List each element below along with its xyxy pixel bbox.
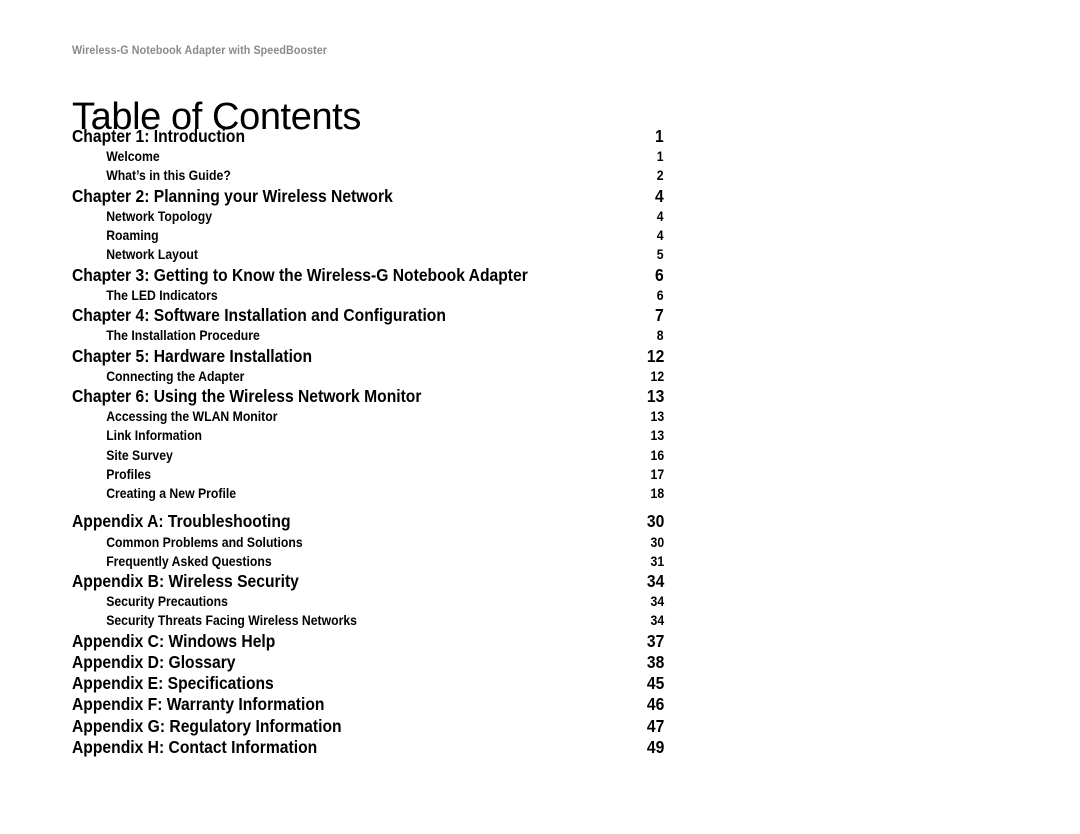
toc-entry-page-number: 34 — [650, 613, 664, 629]
toc-entry[interactable]: Welcome 1 — [72, 147, 664, 166]
toc-entry-label: Chapter 3: Getting to Know the Wireless-… — [72, 264, 528, 285]
toc-entry[interactable]: Security Threats Facing Wireless Network… — [72, 611, 664, 630]
toc-entry-page-number: 47 — [646, 715, 664, 736]
toc-entry-page-number: 49 — [646, 737, 664, 758]
toc-entry-page-number: 7 — [655, 305, 664, 326]
toc-entry[interactable]: Chapter 4: Software Installation and Con… — [72, 305, 664, 326]
toc-entry-page-number: 16 — [650, 447, 664, 463]
toc-entry[interactable]: Roaming 4 — [72, 226, 664, 245]
toc-entry[interactable]: Appendix D: Glossary 38 — [72, 652, 664, 673]
toc-entry[interactable]: Link Information 13 — [72, 426, 664, 445]
toc-entry-label: Common Problems and Solutions — [106, 534, 303, 550]
toc-entry-page-number: 12 — [650, 368, 664, 384]
toc-entry[interactable]: Creating a New Profile 18 — [72, 484, 664, 503]
table-of-contents: Chapter 1: Introduction 1 Welcome 1 What’s i… — [72, 126, 664, 758]
toc-entry[interactable]: Network Layout 5 — [72, 245, 664, 264]
toc-entry[interactable]: The Installation Procedure 8 — [72, 326, 664, 345]
toc-entry-page-number: 38 — [646, 651, 664, 672]
toc-entry-page-number: 12 — [646, 345, 664, 366]
toc-entry[interactable]: Chapter 3: Getting to Know the Wireless-… — [72, 265, 664, 286]
toc-entry[interactable]: Site Survey 16 — [72, 446, 664, 465]
toc-entry-page-number: 2 — [657, 168, 664, 184]
toc-entry-page-number: 46 — [646, 694, 664, 715]
toc-entry-label: Welcome — [106, 149, 160, 165]
toc-entry-label: Appendix H: Contact Information — [72, 737, 318, 758]
toc-entry-label: Chapter 5: Hardware Installation — [72, 345, 313, 366]
toc-entry[interactable]: Appendix F: Warranty Information 46 — [72, 694, 664, 715]
toc-entry[interactable]: Frequently Asked Questions 31 — [72, 552, 664, 571]
toc-entry[interactable]: What’s in this Guide? 2 — [72, 166, 664, 185]
toc-entry[interactable]: Security Precautions 34 — [72, 592, 664, 611]
toc-entry[interactable]: Network Topology 4 — [72, 207, 664, 226]
toc-entry[interactable]: Chapter 2: Planning your Wireless Networ… — [72, 186, 664, 207]
toc-entry[interactable]: Connecting the Adapter 12 — [72, 367, 664, 386]
toc-entry-page-number: 4 — [657, 228, 664, 244]
toc-entry-label: Roaming — [106, 228, 159, 244]
toc-entry[interactable]: Appendix G: Regulatory Information 47 — [72, 716, 664, 737]
toc-entry[interactable]: Appendix B: Wireless Security 34 — [72, 571, 664, 592]
running-header: Wireless-G Notebook Adapter with SpeedBo… — [72, 45, 328, 57]
document-page: Wireless-G Notebook Adapter with SpeedBo… — [0, 0, 1080, 834]
toc-entry-label: Link Information — [106, 428, 203, 444]
toc-entry-label: Network Topology — [106, 208, 213, 224]
toc-entry[interactable]: Accessing the WLAN Monitor 13 — [72, 407, 664, 426]
toc-entry-page-number: 34 — [646, 570, 664, 591]
toc-entry[interactable]: Appendix C: Windows Help 37 — [72, 631, 664, 652]
toc-entry-page-number: 45 — [646, 673, 664, 694]
toc-entry[interactable]: Chapter 6: Using the Wireless Network Mo… — [72, 386, 664, 407]
toc-entry[interactable]: Profiles 17 — [72, 465, 664, 484]
toc-entry-label: Appendix C: Windows Help — [72, 630, 276, 651]
toc-entry-page-number: 4 — [655, 185, 664, 206]
toc-entry-page-number: 34 — [650, 594, 664, 610]
toc-entry-page-number: 13 — [650, 428, 664, 444]
toc-entry-label: Accessing the WLAN Monitor — [106, 409, 278, 425]
toc-entry-page-number: 4 — [657, 208, 664, 224]
toc-entry[interactable]: Common Problems and Solutions 30 — [72, 533, 664, 552]
toc-entry-label: Chapter 2: Planning your Wireless Networ… — [72, 185, 393, 206]
toc-entry-label: Appendix E: Specifications — [72, 673, 274, 694]
toc-entry-label: Frequently Asked Questions — [106, 553, 272, 569]
toc-entry-page-number: 13 — [646, 385, 664, 406]
toc-entry-label: What’s in this Guide? — [106, 168, 231, 184]
toc-entry-label: Appendix D: Glossary — [72, 651, 236, 672]
toc-entry-label: Chapter 6: Using the Wireless Network Mo… — [72, 385, 422, 406]
toc-entry[interactable]: Appendix H: Contact Information 49 — [72, 737, 664, 758]
toc-entry-label: Creating a New Profile — [106, 486, 237, 502]
toc-entry-page-number: 18 — [650, 486, 664, 502]
toc-entry-page-number: 30 — [650, 534, 664, 550]
toc-entry-label: Profiles — [106, 466, 152, 482]
toc-entry[interactable]: Chapter 5: Hardware Installation 12 — [72, 346, 664, 367]
toc-entry-page-number: 30 — [646, 511, 664, 532]
toc-entry-page-number: 37 — [646, 630, 664, 651]
toc-entry-label: The LED Indicators — [106, 287, 218, 303]
toc-entry[interactable]: The LED Indicators 6 — [72, 286, 664, 305]
toc-entry-label: Appendix B: Wireless Security — [72, 570, 299, 591]
toc-entry-label: The Installation Procedure — [106, 328, 260, 344]
toc-entry-page-number: 1 — [657, 149, 664, 165]
toc-entry-label: Site Survey — [106, 447, 173, 463]
toc-entry[interactable]: Appendix A: Troubleshooting 30 — [72, 511, 664, 532]
toc-entry-page-number: 8 — [657, 328, 664, 344]
toc-entry[interactable]: Chapter 1: Introduction 1 — [72, 126, 664, 147]
toc-entry[interactable]: Appendix E: Specifications 45 — [72, 673, 664, 694]
toc-entry-page-number: 1 — [655, 126, 664, 146]
toc-entry-label: Security Threats Facing Wireless Network… — [106, 613, 357, 629]
toc-entry-page-number: 31 — [650, 553, 664, 569]
toc-entry-label: Appendix F: Warranty Information — [72, 694, 325, 715]
toc-entry-label: Chapter 4: Software Installation and Con… — [72, 305, 446, 326]
toc-entry-label: Chapter 1: Introduction — [72, 126, 246, 146]
toc-entry-label: Appendix A: Troubleshooting — [72, 511, 291, 532]
toc-entry-page-number: 13 — [650, 409, 664, 425]
toc-entry-page-number: 17 — [650, 466, 664, 482]
toc-entry-page-number: 6 — [655, 264, 664, 285]
toc-entry-page-number: 5 — [657, 247, 664, 263]
toc-entry-label: Connecting the Adapter — [106, 368, 245, 384]
toc-entry-label: Network Layout — [106, 247, 198, 263]
toc-entry-label: Appendix G: Regulatory Information — [72, 715, 342, 736]
toc-entry-page-number: 6 — [657, 287, 664, 303]
toc-entry-label: Security Precautions — [106, 594, 228, 610]
